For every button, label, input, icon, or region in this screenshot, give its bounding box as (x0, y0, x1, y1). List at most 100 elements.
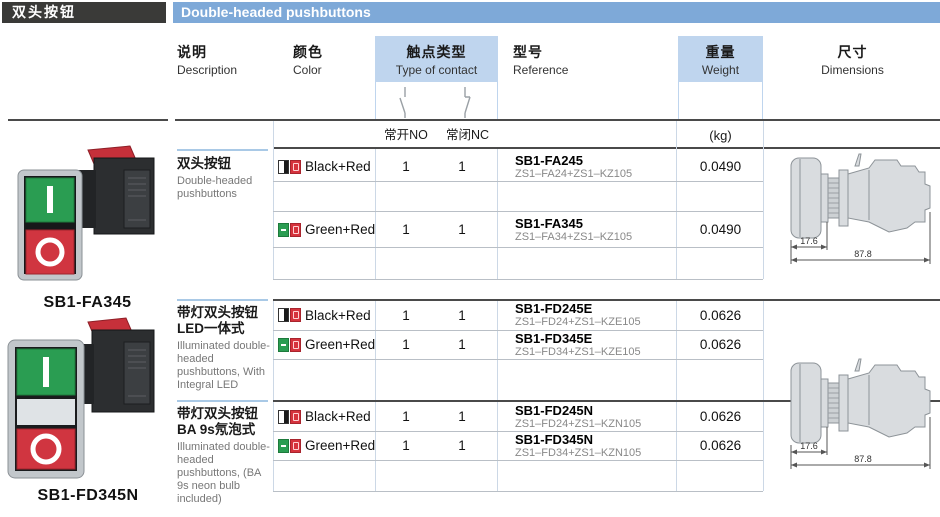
section-accent-line (177, 149, 268, 151)
weight-value: 0.0626 (678, 331, 763, 359)
nc-count: 1 (437, 403, 487, 431)
divider-line (676, 121, 677, 279)
no-count: 1 (381, 403, 431, 431)
head-width-dimension: 17.6 (800, 236, 818, 246)
model-composition: ZS1–FA34+ZS1–KZ105 (515, 231, 632, 244)
page-title-en: Double-headed pushbuttons (173, 2, 940, 23)
reference-cell: SB1-FD345N ZS1–FD34+ZS1–KZN105 (515, 433, 641, 460)
table-row: Green+Red 1 1 SB1-FA345 ZS1–FA34+ZS1–KZ1… (278, 213, 763, 247)
divider-line (273, 211, 763, 212)
divider-line (273, 147, 940, 149)
nc-column-label: 常闭NC (437, 124, 498, 147)
divider-line (273, 181, 763, 182)
divider-line (273, 359, 763, 360)
nc-count: 1 (437, 301, 487, 330)
column-header-description: 说明 Description (177, 42, 237, 77)
divider-line (273, 279, 763, 280)
model-composition: ZS1–FD34+ZS1–KZE105 (515, 346, 641, 359)
no-column-label: 常开NO (375, 124, 437, 147)
product-photo-sb1-fd345n (4, 316, 164, 482)
nc-count: 1 (437, 331, 487, 359)
catalog-page: 双头按钮 Double-headed pushbuttons 说明 Descri… (0, 0, 940, 517)
reference-cell: SB1-FD345E ZS1–FD34+ZS1–KZE105 (515, 332, 641, 359)
green-red-swatch-icon (278, 223, 303, 237)
black-red-swatch-icon (278, 410, 303, 424)
weight-unit-label: (kg) (678, 124, 763, 147)
total-length-dimension: 87.8 (854, 249, 872, 259)
nc-count: 1 (437, 213, 487, 247)
no-count: 1 (381, 213, 431, 247)
weight-value: 0.0626 (678, 301, 763, 330)
table-row: Green+Red 1 1 SB1-FD345E ZS1–FD34+ZS1–KZ… (278, 331, 763, 359)
column-header-color: 颜色 Color (293, 42, 323, 77)
nc-count: 1 (437, 432, 487, 460)
color-label: Black+Red (305, 301, 371, 330)
reference-cell: SB1-FD245E ZS1–FD24+ZS1–KZE105 (515, 302, 641, 329)
green-red-swatch-icon (278, 439, 303, 453)
page-title-zh: 双头按钮 (2, 2, 166, 23)
divider-line (375, 82, 376, 119)
weight-value: 0.0626 (678, 403, 763, 431)
model-composition: ZS1–FA24+ZS1–KZ105 (515, 168, 632, 181)
divider-line (273, 491, 763, 492)
product-caption: SB1-FA345 (10, 294, 165, 312)
head-width-dimension: 17.6 (800, 441, 818, 451)
model-number: SB1-FD345N (515, 433, 641, 447)
nc-contact-symbol-icon (456, 85, 474, 119)
divider-line (175, 119, 940, 121)
column-header-dimensions: 尺寸 Dimensions (765, 42, 940, 77)
table-row: Black+Red 1 1 SB1-FD245E ZS1–FD24+ZS1–KZ… (278, 301, 763, 330)
product-caption: SB1-FD345N (8, 487, 168, 505)
section-description: 双头按钮 Double-headed pushbuttons (177, 156, 273, 201)
section-accent-line (177, 400, 268, 402)
divider-line (273, 300, 274, 491)
no-contact-symbol-icon (396, 85, 414, 119)
dimensions-drawing: 17.6 87.8 (785, 355, 935, 475)
divider-line (273, 121, 274, 279)
total-length-dimension: 87.8 (854, 454, 872, 464)
model-number: SB1-FA345 (515, 217, 632, 231)
no-count: 1 (381, 152, 431, 182)
section-accent-line (177, 299, 268, 301)
column-header-weight: 重量 Weight (678, 36, 763, 82)
weight-value: 0.0490 (678, 152, 763, 182)
divider-line (497, 82, 498, 119)
section-description: 带灯双头按钮 LED一体式 Illuminated double-headed … (177, 305, 273, 392)
no-count: 1 (381, 432, 431, 460)
dimensions-drawing: 17.6 87.8 (785, 150, 935, 270)
black-red-swatch-icon (278, 308, 303, 322)
column-header-contact: 触点类型 Type of contact (375, 36, 498, 82)
divider-line (678, 82, 679, 119)
section-description: 带灯双头按钮 BA 9s氖泡式 Illuminated double-heade… (177, 406, 273, 506)
reference-cell: SB1-FD245N ZS1–FD24+ZS1–KZN105 (515, 404, 641, 431)
divider-line (273, 247, 763, 248)
color-label: Green+Red (305, 331, 375, 359)
table-row: Green+Red 1 1 SB1-FD345N ZS1–FD34+ZS1–KZ… (278, 432, 763, 460)
color-label: Black+Red (305, 152, 371, 182)
divider-line (763, 300, 764, 491)
reference-cell: SB1-FA345 ZS1–FA34+ZS1–KZ105 (515, 217, 632, 244)
no-count: 1 (381, 301, 431, 330)
divider-line (273, 460, 763, 461)
table-row: Black+Red 1 1 SB1-FA245 ZS1–FA24+ZS1–KZ1… (278, 152, 763, 182)
model-composition: ZS1–FD24+ZS1–KZE105 (515, 316, 641, 329)
weight-value: 0.0490 (678, 213, 763, 247)
model-number: SB1-FD245N (515, 404, 641, 418)
black-red-swatch-icon (278, 160, 303, 174)
green-red-swatch-icon (278, 338, 303, 352)
model-number: SB1-FA245 (515, 154, 632, 168)
model-composition: ZS1–FD24+ZS1–KZN105 (515, 418, 641, 431)
table-row: Black+Red 1 1 SB1-FD245N ZS1–FD24+ZS1–KZ… (278, 403, 763, 431)
column-header-reference: 型号 Reference (513, 42, 568, 77)
divider-line (762, 82, 763, 119)
color-label: Black+Red (305, 403, 371, 431)
color-label: Green+Red (305, 432, 375, 460)
model-composition: ZS1–FD34+ZS1–KZN105 (515, 447, 641, 460)
reference-cell: SB1-FA245 ZS1–FA24+ZS1–KZ105 (515, 154, 632, 181)
divider-line (8, 119, 168, 121)
divider-line (763, 121, 764, 279)
nc-count: 1 (437, 152, 487, 182)
no-count: 1 (381, 331, 431, 359)
model-number: SB1-FD245E (515, 302, 641, 316)
product-photo-sb1-fa345 (12, 142, 162, 292)
